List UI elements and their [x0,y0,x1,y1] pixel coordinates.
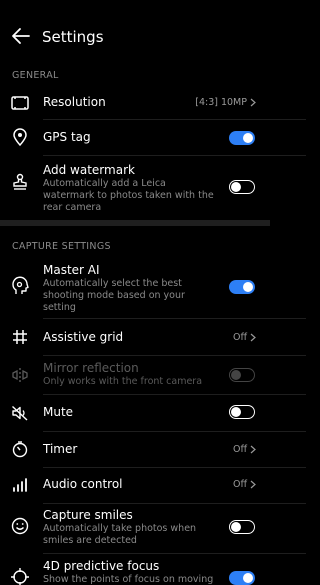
divider [43,503,306,504]
timer-row[interactable]: Timer Off [0,434,270,464]
section-separator [0,220,270,226]
timer-icon [12,441,28,458]
resolution-value: [4:3] 10MP [195,97,256,108]
chevron-right-icon [250,98,256,107]
chevron-right-icon [250,480,256,489]
gps-tag-toggle[interactable] [229,131,255,145]
timer-value: Off [233,444,256,455]
predictive-focus-row[interactable]: 4D predictive focus Show the points of f… [0,557,270,585]
predictive-focus-label: 4D predictive focus [43,559,160,573]
location-pin-icon [13,128,27,147]
toggle-knob [231,522,241,532]
add-watermark-row[interactable]: Add watermark Automatically add a Leica … [0,160,270,215]
predictive-focus-description: Show the points of focus on moving [43,574,214,585]
divider [43,467,306,468]
add-watermark-description: Automatically add a Leica watermark to p… [43,178,214,213]
master-ai-toggle[interactable] [229,280,255,294]
resolution-row[interactable]: Resolution [4:3] 10MP [0,88,270,118]
toggle-knob [231,182,241,192]
capture-smiles-label: Capture smiles [43,508,133,522]
mirror-reflection-row: Mirror reflection Only works with the fr… [0,358,270,392]
ai-head-icon [12,276,29,294]
focus-target-icon [11,568,29,585]
capture-smiles-row[interactable]: Capture smiles Automatically take photos… [0,506,270,550]
master-ai-row[interactable]: Master AI Automatically select the best … [0,260,270,316]
toggle-knob [231,370,241,380]
page-title: Settings [42,28,104,46]
audio-control-value-text: Off [232,479,247,490]
mirror-icon [12,368,28,382]
master-ai-description: Automatically select the best shooting m… [43,278,185,313]
header: Settings [0,0,270,72]
assistive-grid-row[interactable]: Assistive grid Off [0,322,270,352]
toggle-knob [243,282,253,292]
assistive-grid-label: Assistive grid [43,330,124,344]
back-arrow-icon[interactable] [10,25,32,47]
divider [43,355,306,356]
grid-icon [13,330,27,344]
divider [43,119,306,120]
resolution-label: Resolution [43,95,106,109]
resolution-value-text: [4:3] 10MP [195,97,247,108]
stamp-icon [13,173,27,190]
gps-tag-row[interactable]: GPS tag [0,122,270,152]
capture-smiles-toggle[interactable] [229,520,255,534]
resolution-icon [11,96,29,110]
gps-tag-label: GPS tag [43,130,91,144]
divider [43,318,306,319]
audio-control-value: Off [233,479,256,490]
master-ai-label: Master AI [43,263,100,277]
mute-label: Mute [43,405,74,419]
chevron-right-icon [250,333,256,342]
toggle-knob [231,407,241,417]
divider [43,394,306,395]
section-capture-header: CAPTURE SETTINGS [12,241,111,252]
toggle-knob [243,573,253,583]
audio-bars-icon [13,478,27,492]
mirror-reflection-toggle [229,368,255,382]
audio-control-label: Audio control [43,477,123,491]
mirror-reflection-description: Only works with the front camera [43,376,203,387]
speaker-muted-icon [12,405,28,421]
capture-smiles-description: Automatically take photos when smiles ar… [43,523,197,546]
section-general-header: GENERAL [12,70,59,81]
assistive-grid-value: Off [233,332,256,343]
divider [43,431,306,432]
mute-toggle[interactable] [229,405,255,419]
add-watermark-toggle[interactable] [229,180,255,194]
mirror-reflection-label: Mirror reflection [43,361,139,375]
audio-control-row[interactable]: Audio control Off [0,470,270,500]
assistive-grid-value-text: Off [232,332,247,343]
timer-label: Timer [43,442,78,456]
timer-value-text: Off [232,444,247,455]
chevron-right-icon [250,445,256,454]
predictive-focus-toggle[interactable] [229,571,255,585]
add-watermark-label: Add watermark [43,163,135,177]
divider [43,553,306,554]
divider [43,155,306,156]
mute-row[interactable]: Mute [0,398,270,428]
toggle-knob [243,133,253,143]
smile-icon [11,517,29,535]
